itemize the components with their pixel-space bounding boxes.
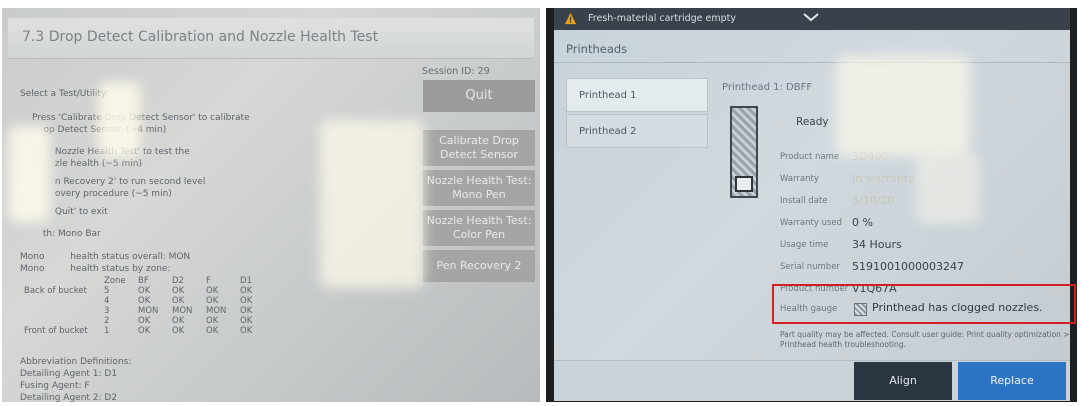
calibrate-drop-detect-button[interactable]: Calibrate Drop Detect Sensor [423,130,535,166]
align-button[interactable]: Align [854,362,952,400]
printhead-detail-title: Printhead 1: DBFF [722,82,813,93]
mono-health-overall: Mono health status overall: MON [20,252,191,262]
instruction-line: overy procedure (~5 min) [32,189,172,199]
nozzle-health-color-button[interactable]: Nozzle Health Test: Color Pen [423,210,535,246]
table-row: 4 OK OK OK OK [104,296,253,306]
table-row: 2 OK OK OK OK [104,316,253,326]
screen-glare [916,154,980,224]
health-gauge-highlight [772,284,1076,324]
notification-text: Fresh-material cartridge empty [588,13,737,24]
property-value: 34 Hours [852,238,902,251]
printheads-screen: Fresh-material cartridge empty Printhead… [554,8,1070,401]
warning-icon [564,12,577,25]
property-value: 5191001000003247 [852,260,964,273]
session-id: Session ID: 29 [422,66,490,77]
chevron-down-icon[interactable] [802,11,820,23]
status-text: Ready [796,116,829,128]
title-bar: 7.3 Drop Detect Calibration and Nozzle H… [8,18,534,59]
property-value: 3/10/20 [852,194,895,207]
health-note: Part quality may be affected. Consult us… [780,330,1070,349]
screen-glare [320,120,424,288]
drop-detect-screen-photo: 7.3 Drop Detect Calibration and Nozzle H… [2,8,540,402]
printhead-icon [730,106,758,198]
abbreviation-item: Detailing Agent 1: D1 [20,369,118,379]
abbreviation-title: Abbreviation Definitions: [20,357,132,367]
pen-recovery-button[interactable]: Pen Recovery 2 [423,250,535,282]
property-label: Product name [780,152,840,162]
zone-status-table: Zone BF D2 F D1 Back of bucket 5 OK OK OK O… [20,276,270,336]
notification-bar[interactable]: Fresh-material cartridge empty [554,8,1070,30]
replace-button[interactable]: Replace [958,362,1066,400]
nozzle-health-mono-button[interactable]: Nozzle Health Test: Mono Pen [423,170,535,206]
screen-title: 7.3 Drop Detect Calibration and Nozzle H… [22,29,379,45]
screen-glare [836,56,970,156]
printheads-screen-photo: Fresh-material cartridge empty Printhead… [546,8,1077,402]
printhead-list-item-2[interactable]: Printhead 2 [566,114,708,148]
table-row: Back of bucket 5 OK OK OK OK [24,286,253,296]
table-row: Front of bucket 1 OK OK OK OK [24,326,253,336]
property-label: Usage time [780,240,829,250]
property-label: Warranty [780,174,819,184]
page-title: Printheads [566,42,628,56]
title-divider [554,62,1070,63]
abbreviation-item: Fusing Agent: F [20,381,90,391]
table-row: 3 MON MON MON OK [104,306,253,316]
screen-glare [98,82,140,158]
property-label: Serial number [780,262,840,272]
mono-health-by-zone: Mono health status by zone: [20,264,171,274]
table-header-row: Zone BF D2 F D1 [104,276,252,286]
printhead-list-item-1[interactable]: Printhead 1 [566,78,708,112]
select-label: Select a Test/Utility: [20,89,109,99]
instruction-line: th: Mono Bar [20,229,101,239]
instruction-line: n Recovery 2' to run second level [32,177,206,187]
screen-glare [8,126,50,222]
property-value: In warranty [852,172,915,185]
abbreviation-item: Detailing Agent 2: D2 [20,393,118,402]
property-label: Warranty used [780,218,843,228]
property-label: Install date [780,196,828,206]
instruction-line: Press 'Calibrate Drop Detect Sensor' to … [32,113,250,123]
quit-button[interactable]: Quit [423,80,535,112]
property-value: 0 % [852,216,873,229]
